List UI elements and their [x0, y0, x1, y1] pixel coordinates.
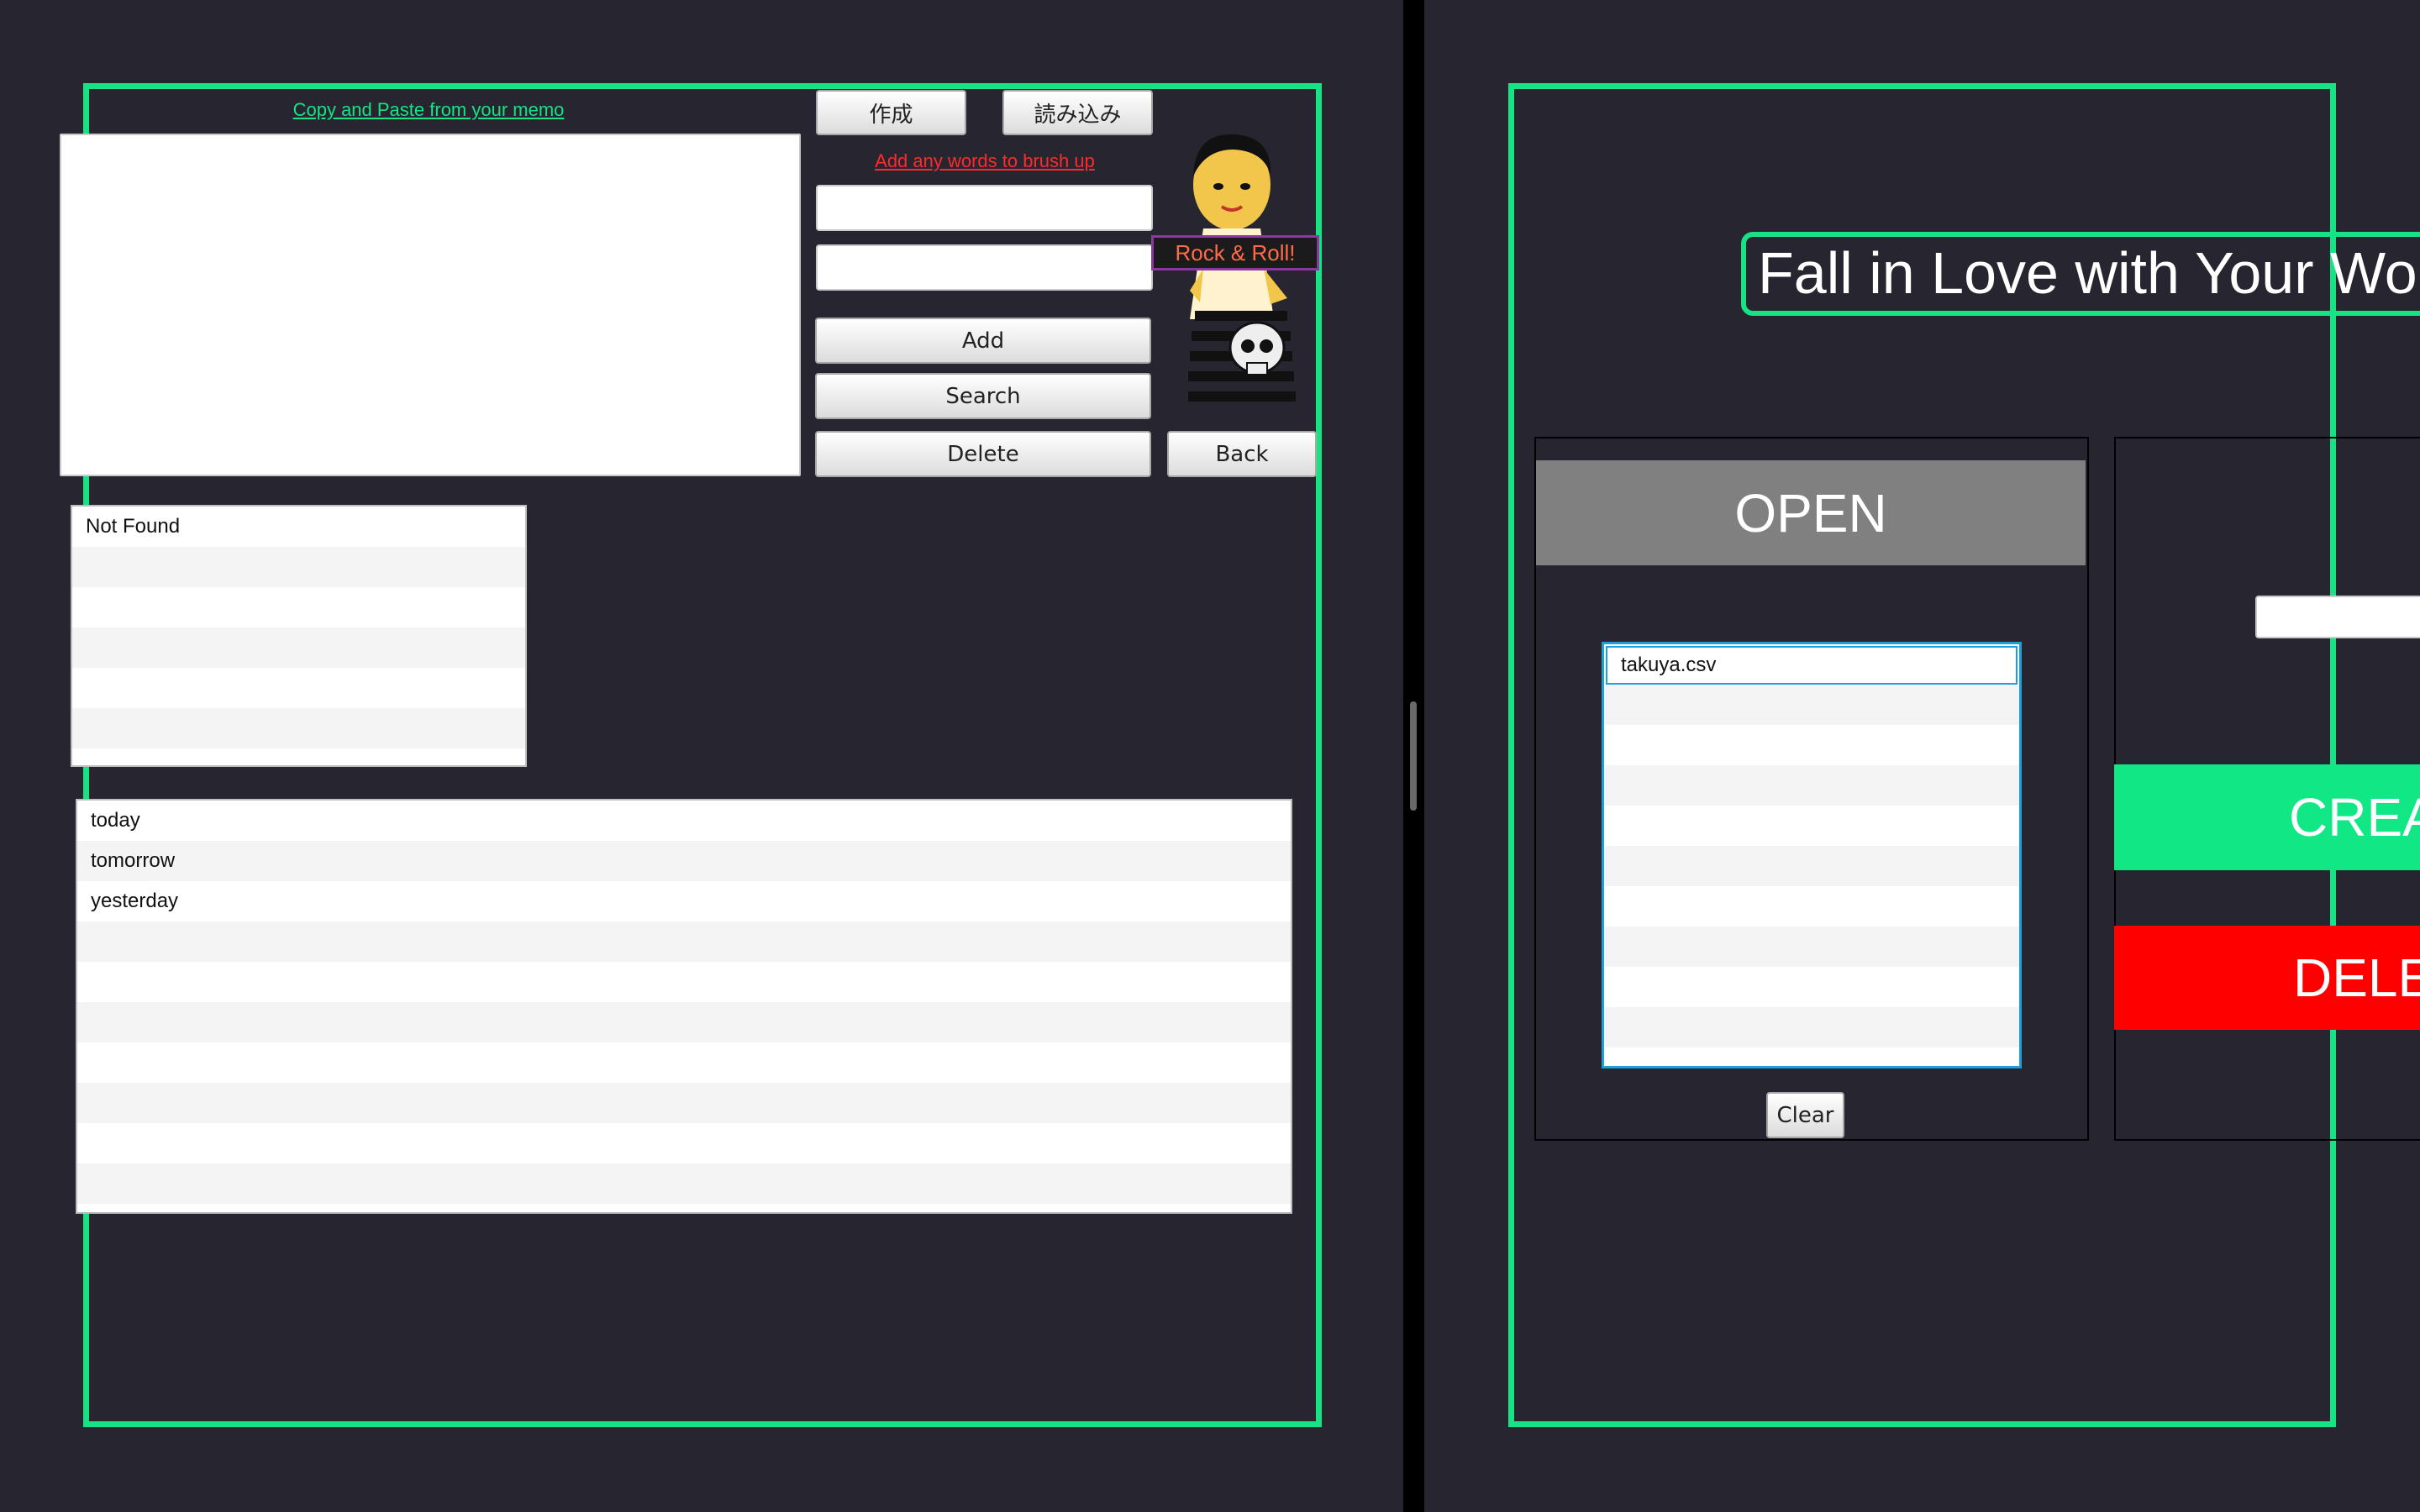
list-item[interactable]	[1604, 846, 2019, 886]
list-item[interactable]	[1604, 765, 2019, 806]
create-button[interactable]: 作成	[816, 90, 966, 135]
list-item[interactable]	[1604, 725, 2019, 765]
list-item[interactable]	[77, 1002, 1291, 1042]
word-input[interactable]	[816, 185, 1153, 231]
list-item[interactable]	[72, 668, 525, 708]
divider-handle[interactable]	[1410, 701, 1417, 811]
list-item[interactable]: today	[77, 801, 1291, 841]
list-item[interactable]	[77, 1083, 1291, 1123]
load-button[interactable]: 読み込み	[1002, 90, 1153, 135]
filename-input[interactable]	[2255, 596, 2420, 638]
list-item[interactable]	[1604, 967, 2019, 1007]
search-button[interactable]: Search	[815, 373, 1151, 419]
list-item[interactable]	[72, 587, 525, 627]
list-item[interactable]: tomorrow	[77, 841, 1291, 881]
add-words-link[interactable]: Add any words to brush up	[840, 150, 1129, 172]
search-result-list[interactable]: Not Found	[71, 505, 527, 767]
list-item[interactable]	[77, 921, 1291, 962]
file-list[interactable]: takuya.csv	[1602, 642, 2022, 1068]
word-list[interactable]: today tomorrow yesterday	[76, 799, 1292, 1214]
list-item[interactable]	[1604, 1007, 2019, 1047]
back-button[interactable]: Back	[1167, 431, 1317, 477]
list-item[interactable]	[72, 627, 525, 668]
list-item[interactable]	[77, 1123, 1291, 1163]
list-item[interactable]	[77, 962, 1291, 1002]
list-item[interactable]	[1604, 886, 2019, 927]
list-item[interactable]	[1604, 927, 2019, 967]
open-button[interactable]: OPEN	[1536, 460, 2086, 565]
delete-file-button[interactable]: DELE	[2114, 926, 2420, 1030]
clear-button[interactable]: Clear	[1766, 1092, 1844, 1138]
rock-and-roll-banner: Rock & Roll!	[1151, 235, 1319, 270]
list-item[interactable]: yesterday	[77, 881, 1291, 921]
list-item[interactable]	[72, 547, 525, 587]
create-file-button[interactable]: CREA	[2114, 764, 2420, 870]
list-item[interactable]: takuya.csv	[1606, 646, 2018, 685]
list-item[interactable]	[72, 708, 525, 748]
delete-button[interactable]: Delete	[815, 431, 1151, 477]
list-item[interactable]	[77, 1042, 1291, 1083]
list-item[interactable]	[1604, 685, 2019, 725]
meaning-input[interactable]	[816, 244, 1153, 291]
memo-textarea[interactable]	[60, 134, 801, 476]
app-title: Fall in Love with Your Word	[1741, 232, 2420, 316]
add-button[interactable]: Add	[815, 318, 1151, 364]
list-item[interactable]: Not Found	[72, 507, 525, 547]
paste-memo-link[interactable]: Copy and Paste from your memo	[244, 99, 613, 121]
mascot-image	[1170, 126, 1321, 420]
list-item[interactable]	[77, 1163, 1291, 1204]
list-item[interactable]	[1604, 806, 2019, 846]
